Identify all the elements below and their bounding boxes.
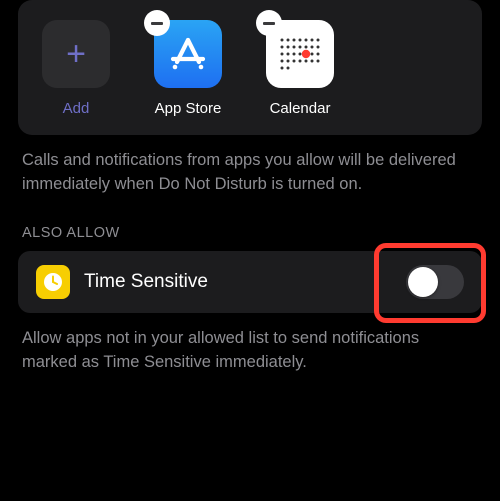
remove-app-badge[interactable] bbox=[144, 10, 170, 36]
toggle-knob bbox=[408, 267, 438, 297]
time-sensitive-title: Time Sensitive bbox=[84, 271, 392, 293]
time-sensitive-toggle[interactable] bbox=[406, 265, 464, 299]
allowed-apps-card: + Add App Store bbox=[18, 0, 482, 135]
plus-icon: + bbox=[66, 37, 86, 71]
time-sensitive-row-wrap: Time Sensitive bbox=[18, 251, 482, 313]
time-sensitive-row[interactable]: Time Sensitive bbox=[18, 251, 482, 313]
calendar-grid-icon bbox=[274, 28, 326, 80]
clock-icon bbox=[36, 265, 70, 299]
allowed-apps-description: Calls and notifications from apps you al… bbox=[0, 149, 500, 197]
add-app-button[interactable]: + Add bbox=[36, 20, 116, 117]
appstore-a-icon bbox=[166, 32, 210, 76]
allowed-app-calendar[interactable]: Calendar bbox=[260, 20, 340, 117]
remove-app-badge[interactable] bbox=[256, 10, 282, 36]
also-allow-header: ALSO ALLOW bbox=[0, 225, 500, 241]
allowed-app-appstore[interactable]: App Store bbox=[148, 20, 228, 117]
app-label: App Store bbox=[155, 100, 222, 117]
add-label: Add bbox=[63, 100, 90, 117]
add-tile: + bbox=[42, 20, 110, 88]
time-sensitive-description: Allow apps not in your allowed list to s… bbox=[0, 327, 500, 375]
app-label: Calendar bbox=[270, 100, 331, 117]
